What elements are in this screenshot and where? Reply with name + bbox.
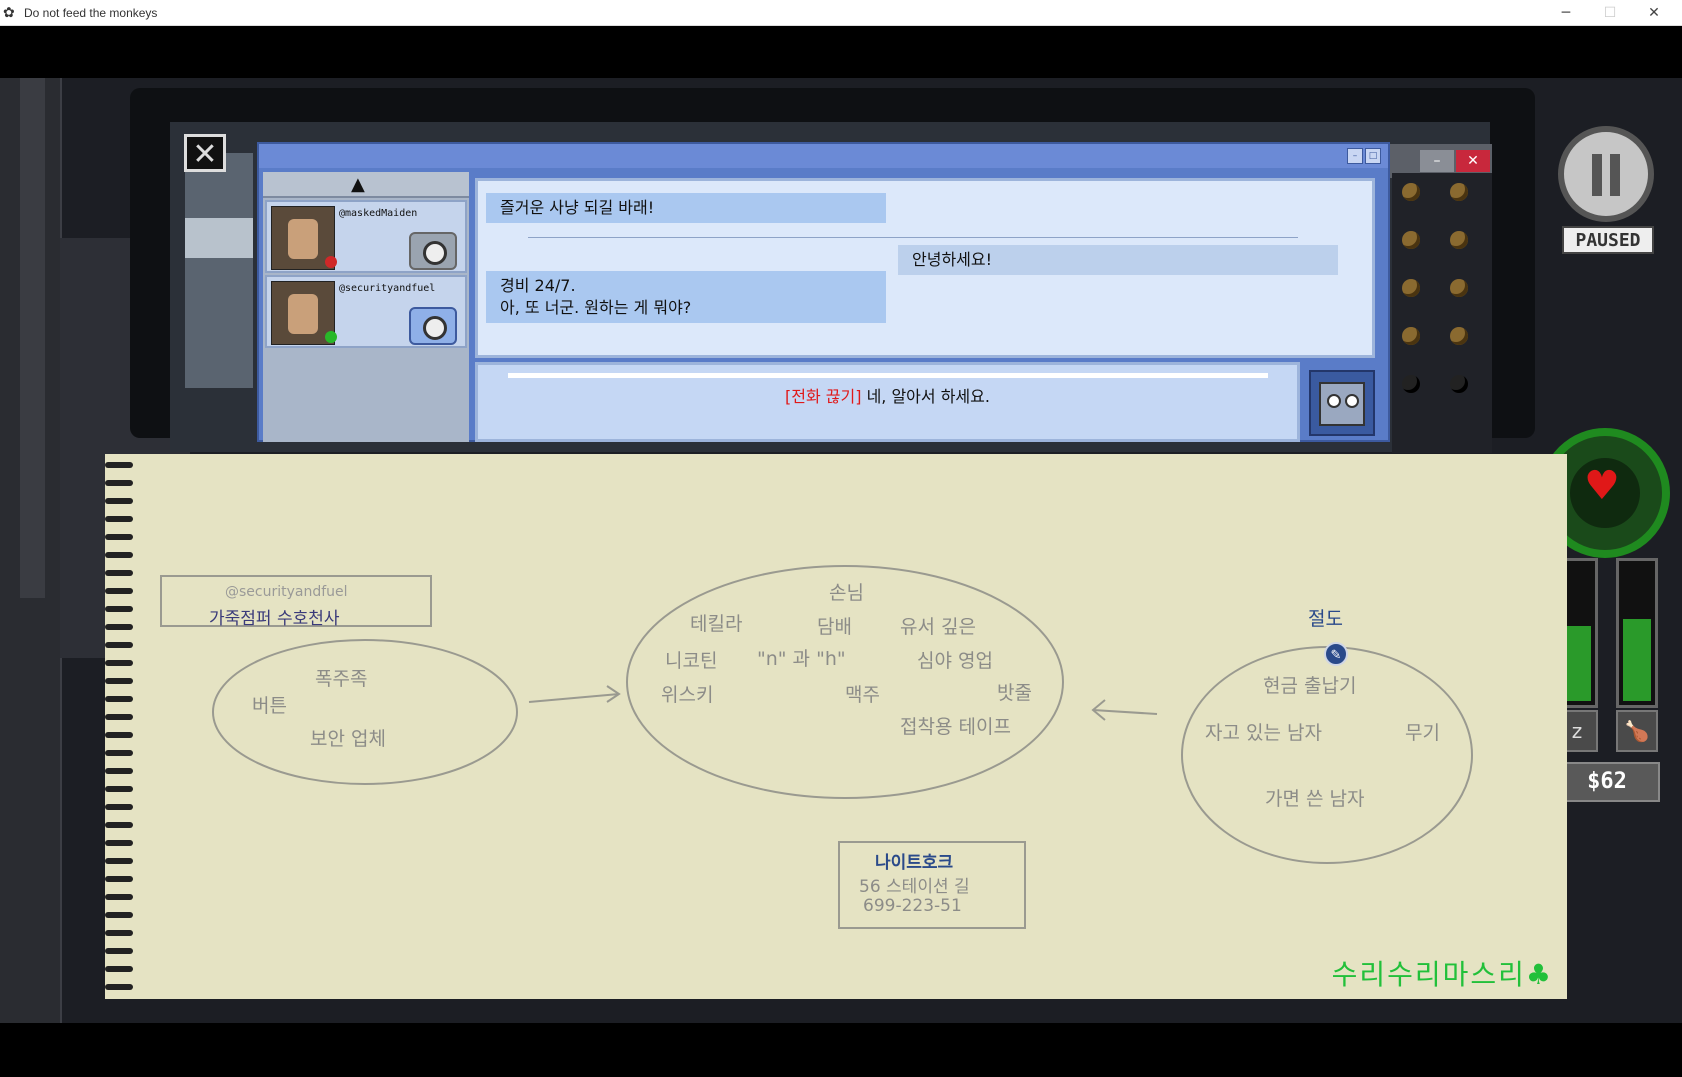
message-bubble: 경비 24/7. 아, 또 너군. 원하는 게 뭐야? [486,271,886,323]
clue-word[interactable]: 무기 [1405,718,1440,745]
clover-icon: ♣ [1525,958,1553,991]
close-button[interactable]: ✕ [1632,2,1676,24]
pause-stopwatch-button[interactable] [1558,126,1654,222]
divider [528,237,1298,238]
location-name: 나이트호크 [875,853,954,873]
bolt-icon [1450,183,1468,201]
contact-item[interactable]: @securityandfuel [265,275,467,348]
suspect-title: 가죽점퍼 수호천사 [209,609,340,629]
money-display: $62 [1554,762,1660,802]
message-log: 즐거운 사냥 되길 바래! 안녕하세요! 경비 24/7. 아, 또 너군. 원… [475,178,1375,358]
robot-eye [1327,394,1341,408]
hang-up-label[interactable]: [전화 끊기] [785,387,861,406]
clue-word[interactable]: 심야 영업 [917,646,993,673]
clue-word[interactable]: 현금 출납기 [1263,671,1356,698]
close-cage-button[interactable]: ✕ [184,134,226,172]
bolt-icon [1450,327,1468,345]
heart-icon: ♥ [1584,463,1620,509]
bolt-icon [1450,231,1468,249]
clue-word[interactable]: "n" 과 "h" [757,644,846,671]
drumstick-icon[interactable]: 🍗 [1616,710,1658,752]
chat-window: – □ ▲ @maskedMaiden @securityandfuel 즐거운… [257,142,1390,442]
chat-minimize-icon[interactable]: – [1347,148,1363,164]
chat-window-titlebar: – □ [259,144,1388,168]
clue-word[interactable]: 접착용 테이프 [900,712,1011,739]
paused-label: PAUSED [1562,226,1654,254]
clue-word[interactable]: 테킬라 [690,609,742,636]
arrow-up-icon: ▲ [351,174,365,195]
cage-view [185,153,253,388]
clue-word[interactable]: 자고 있는 남자 [1205,718,1322,745]
bolt-icon [1402,231,1420,249]
bolt-icon [1402,327,1420,345]
location-address: 56 스테이션 길 [859,877,970,897]
message-line: 경비 24/7. [500,276,576,295]
cage-view-window [185,218,253,258]
clue-word[interactable]: 손님 [829,578,864,605]
player-signature: 수리수리마스리♣ [1332,953,1553,993]
reply-text: [전화 끊기] 네, 알아서 하세요. [478,383,1297,407]
background-close-icon[interactable]: ✕ [1456,150,1490,172]
message-bubble: 안녕하세요! [898,245,1338,275]
game-viewport: ✕ – ✕ – □ ▲ @maskedMaiden @securityandfu… [0,26,1682,1077]
pause-icon [1592,154,1602,196]
bolt-icon [1402,279,1420,297]
contact-list: ▲ @maskedMaiden @securityandfuel [263,172,469,442]
chat-bubble-icon [423,316,447,340]
window-title: Do not feed the monkeys [24,6,158,20]
bolt-icon [1450,279,1468,297]
robot-icon [1319,382,1365,426]
bolt-icon [1450,375,1468,393]
bolt-icon [1402,183,1420,201]
suspect-handle: @securityandfuel [225,584,348,600]
location-phone: 699-223-51 [863,896,962,916]
contact-item[interactable]: @maskedMaiden [265,200,467,273]
message-line: 아, 또 너군. 원하는 게 뭐야? [500,298,692,317]
signature-text: 수리수리마스리 [1331,958,1526,991]
clue-word[interactable]: 맥주 [845,680,880,707]
clue-word[interactable]: 폭주족 [315,664,367,691]
clue-word[interactable]: 보안 업체 [310,724,386,751]
minimize-button[interactable]: ─ [1544,2,1588,24]
contact-handle: @maskedMaiden [339,208,418,219]
game-scene: ✕ – ✕ – □ ▲ @maskedMaiden @securityandfu… [0,78,1682,1023]
reply-timer-bar [508,373,1268,378]
notebook: @securityandfuel 가죽점퍼 수호천사 폭주족 버튼 보안 업체 … [105,454,1567,999]
chat-maximize-icon[interactable]: □ [1365,148,1381,164]
pause-icon [1610,154,1620,196]
call-button[interactable] [409,307,457,345]
clue-word[interactable]: 가면 쓴 남자 [1265,784,1364,811]
bolt-panel [1392,173,1492,453]
food-meter [1616,558,1658,708]
clue-word[interactable]: 니코틴 [665,646,717,673]
maximize-button[interactable]: ☐ [1588,2,1632,24]
case-title: 절도 [1308,608,1343,630]
status-dot-icon [325,256,337,268]
clue-word[interactable]: 담배 [817,612,852,639]
background-pillar [20,78,45,598]
status-dot-icon [325,331,337,343]
clue-word[interactable]: 밧줄 [997,678,1032,705]
arrow-right-icon [528,693,620,703]
contact-handle: @securityandfuel [339,283,436,294]
robot-avatar [1309,370,1375,436]
contact-scroll-up-button[interactable]: ▲ [263,172,469,198]
chat-bubble-icon [423,241,447,265]
clue-word[interactable]: 유서 깊은 [900,612,976,639]
edit-pen-icon[interactable]: ✎ [1324,642,1348,666]
call-button[interactable] [409,232,457,270]
reply-option[interactable]: [전화 끊기] 네, 알아서 하세요. [475,362,1300,442]
window-titlebar: ✿ Do not feed the monkeys ─ ☐ ✕ [0,0,1682,26]
background-minimize-icon[interactable]: – [1420,150,1454,172]
arrow-left-icon [1092,709,1158,715]
clue-word[interactable]: 버튼 [252,691,287,718]
sleep-meter-fill [1563,626,1591,701]
message-bubble: 즐거운 사냥 되길 바래! [486,193,886,223]
clue-word[interactable]: 위스키 [661,680,713,707]
app-icon: ✿ [3,5,15,21]
bolt-icon [1402,375,1420,393]
reply-label[interactable]: 네, 알아서 하세요. [861,387,990,406]
robot-eye [1345,394,1359,408]
food-meter-fill [1623,619,1651,701]
